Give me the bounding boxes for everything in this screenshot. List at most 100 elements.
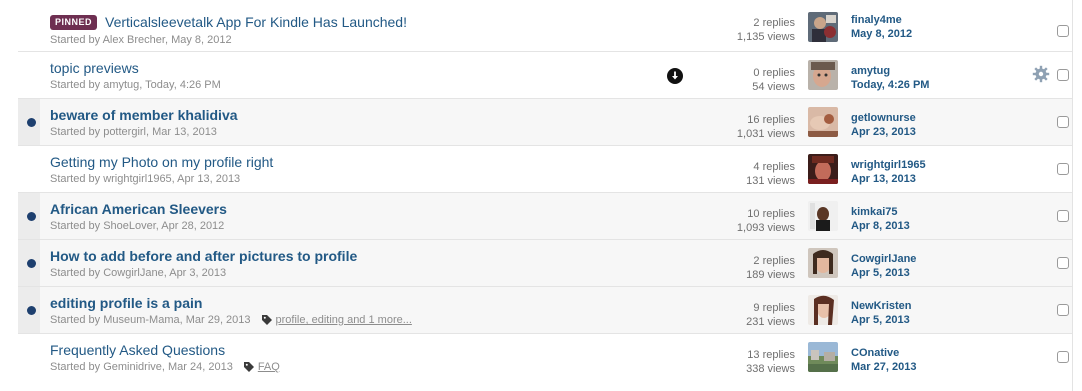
topic-title-link[interactable]: Frequently Asked Questions (50, 342, 225, 358)
replies-count: 10 replies (747, 208, 795, 220)
topic-tags-link[interactable]: profile, editing and 1 more... (276, 314, 412, 326)
topic-row: topic previews Started by amytug, Today,… (18, 52, 1072, 99)
replies-count: 2 replies (753, 255, 795, 267)
topic-select-checkbox[interactable] (1057, 25, 1069, 37)
right-scroll-edge (1072, 0, 1082, 391)
topic-row: How to add before and after pictures to … (18, 240, 1072, 287)
views-count: 231 views (746, 316, 795, 328)
topic-row: African American Sleevers Started by Sho… (18, 193, 1072, 240)
views-count: 338 views (746, 363, 795, 375)
topic-started-by: Started by amytug, Today, 4:26 PM (50, 79, 221, 91)
unread-column (18, 52, 40, 98)
topic-started-by: Started by Museum-Mama, Mar 29, 2013 (50, 314, 251, 326)
last-poster-avatar[interactable] (808, 60, 838, 90)
last-post-date[interactable]: Apr 5, 2013 (851, 313, 912, 327)
last-poster-name[interactable]: kimkai75 (851, 205, 910, 219)
views-count: 54 views (752, 81, 795, 93)
unread-column (18, 287, 40, 333)
last-post-info: wrightgirl1965 Apr 13, 2013 (851, 158, 926, 186)
topic-title-link[interactable]: African American Sleevers (50, 201, 227, 217)
topic-title-link[interactable]: Getting my Photo on my profile right (50, 154, 273, 170)
topic-select-checkbox[interactable] (1057, 69, 1069, 81)
topic-title-link[interactable]: How to add before and after pictures to … (50, 248, 357, 264)
topic-select-checkbox[interactable] (1057, 304, 1069, 316)
topic-title-line: beware of member khalidiva (50, 107, 238, 123)
topic-row: beware of member khalidiva Started by po… (18, 99, 1072, 146)
last-post-date[interactable]: May 8, 2012 (851, 27, 912, 41)
last-poster-avatar[interactable] (808, 248, 838, 278)
last-post-date[interactable]: Apr 5, 2013 (851, 266, 916, 280)
views-count: 189 views (746, 269, 795, 281)
topic-stats: 16 replies 1,031 views (737, 113, 795, 141)
topic-select-checkbox[interactable] (1057, 116, 1069, 128)
last-poster-avatar[interactable] (808, 154, 838, 184)
tag-icon (243, 361, 255, 373)
topic-tags-link[interactable]: FAQ (258, 361, 280, 373)
last-post-info: getlownurse Apr 23, 2013 (851, 111, 916, 139)
topic-title-line: topic previews (50, 60, 139, 76)
topic-select-checkbox[interactable] (1057, 210, 1069, 222)
last-post-info: amytug Today, 4:26 PM (851, 64, 929, 92)
last-poster-name[interactable]: amytug (851, 64, 929, 78)
gear-icon[interactable] (1032, 65, 1050, 83)
preview-arrow-icon[interactable] (667, 68, 683, 84)
topic-stats: 2 replies 189 views (746, 254, 795, 282)
views-count: 131 views (746, 175, 795, 187)
last-post-info: finaly4me May 8, 2012 (851, 13, 912, 41)
unread-column (18, 334, 40, 382)
topic-list: PINNED Verticalsleevetalk App For Kindle… (18, 0, 1072, 382)
replies-count: 4 replies (753, 161, 795, 173)
last-post-date[interactable]: Apr 13, 2013 (851, 172, 926, 186)
topic-row: Getting my Photo on my profile right Sta… (18, 146, 1072, 193)
topic-started-by: Started by Geminidrive, Mar 24, 2013 (50, 361, 233, 373)
topic-stats: 2 replies 1,135 views (737, 16, 795, 44)
topic-title-line: Frequently Asked Questions (50, 342, 225, 358)
last-post-date[interactable]: Apr 23, 2013 (851, 125, 916, 139)
unread-column (18, 0, 40, 51)
last-poster-avatar[interactable] (808, 107, 838, 137)
replies-count: 16 replies (747, 114, 795, 126)
unread-dot-icon[interactable] (27, 118, 36, 127)
topic-title-line: How to add before and after pictures to … (50, 248, 357, 264)
replies-count: 0 replies (753, 67, 795, 79)
unread-dot-icon[interactable] (27, 259, 36, 268)
topic-title-line: African American Sleevers (50, 201, 227, 217)
topic-stats: 0 replies 54 views (752, 66, 795, 94)
last-poster-avatar[interactable] (808, 12, 838, 42)
last-poster-avatar[interactable] (808, 201, 838, 231)
topic-stats: 4 replies 131 views (746, 160, 795, 188)
topic-started-by: Started by pottergirl, Mar 13, 2013 (50, 126, 217, 138)
last-poster-avatar[interactable] (808, 342, 838, 372)
topic-title-link[interactable]: editing profile is a pain (50, 295, 202, 311)
topic-stats: 13 replies 338 views (746, 348, 795, 376)
last-poster-name[interactable]: getlownurse (851, 111, 916, 125)
topic-select-checkbox[interactable] (1057, 351, 1069, 363)
topic-select-checkbox[interactable] (1057, 257, 1069, 269)
last-poster-name[interactable]: NewKristen (851, 299, 912, 313)
last-poster-name[interactable]: finaly4me (851, 13, 912, 27)
topic-title-link[interactable]: topic previews (50, 60, 139, 76)
topic-title-line: editing profile is a pain (50, 295, 202, 311)
views-count: 1,031 views (736, 128, 795, 140)
unread-dot-icon[interactable] (27, 306, 36, 315)
views-count: 1,093 views (736, 222, 795, 234)
last-poster-name[interactable]: COnative (851, 346, 916, 360)
last-poster-name[interactable]: wrightgirl1965 (851, 158, 926, 172)
last-post-date[interactable]: Today, 4:26 PM (851, 78, 929, 92)
topic-row: Frequently Asked Questions Started by Ge… (18, 334, 1072, 382)
last-poster-name[interactable]: CowgirlJane (851, 252, 916, 266)
topic-row: editing profile is a pain Started by Mus… (18, 287, 1072, 334)
pinned-badge: PINNED (50, 14, 98, 30)
topic-select-checkbox[interactable] (1057, 163, 1069, 175)
topic-title-link[interactable]: Verticalsleevetalk App For Kindle Has La… (105, 14, 407, 30)
last-post-date[interactable]: Apr 8, 2013 (851, 219, 910, 233)
topic-stats: 9 replies 231 views (746, 301, 795, 329)
last-post-info: CowgirlJane Apr 5, 2013 (851, 252, 916, 280)
topic-title-link[interactable]: beware of member khalidiva (50, 107, 238, 123)
topic-started-by: Started by wrightgirl1965, Apr 13, 2013 (50, 173, 241, 185)
replies-count: 2 replies (753, 17, 795, 29)
last-poster-avatar[interactable] (808, 295, 838, 325)
unread-dot-icon[interactable] (27, 212, 36, 221)
last-post-date[interactable]: Mar 27, 2013 (851, 360, 916, 374)
topic-stats: 10 replies 1,093 views (737, 207, 795, 235)
